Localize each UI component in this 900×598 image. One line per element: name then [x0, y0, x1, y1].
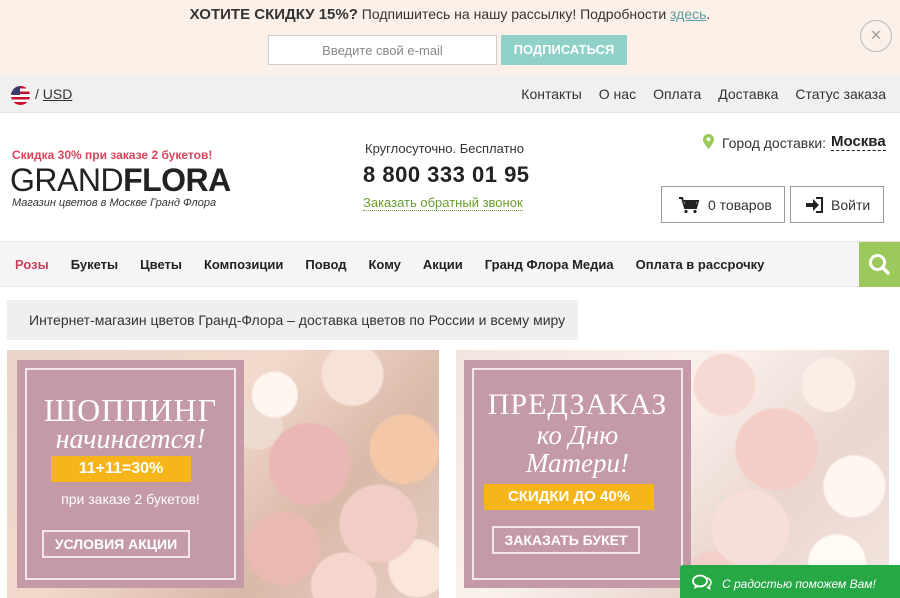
cart-label: 0 товаров — [708, 196, 772, 213]
banner-title-italic: начинается! — [55, 424, 206, 455]
top-links: Контакты О нас Оплата Доставка Статус за… — [521, 86, 886, 102]
link-contacts[interactable]: Контакты — [521, 86, 581, 102]
search-icon — [869, 254, 890, 275]
nav-item-promotions[interactable]: Акции — [423, 257, 463, 272]
city-selector[interactable]: Москва — [831, 133, 886, 151]
order-bouquet-button[interactable]: ЗАКАЗАТЬ БУКЕТ — [492, 526, 640, 554]
close-icon[interactable]: × — [860, 20, 892, 52]
currency-selector[interactable]: / USD — [35, 86, 72, 102]
link-payment[interactable]: Оплата — [653, 86, 701, 102]
chat-widget[interactable]: С радостью поможем Вам! — [680, 565, 900, 598]
banner-panel: ПРЕДЗАКАЗ ко Дню Матери! СКИДКИ ДО 40% З… — [464, 360, 691, 588]
main-nav: Розы Букеты Цветы Композиции Повод Кому … — [0, 241, 900, 287]
banner-title-italic-2: Матери! — [525, 448, 630, 478]
banner-subtitle: при заказе 2 букетов! — [61, 491, 200, 507]
promo-text: ХОТИТЕ СКИДКУ 15%? Подпишитесь на нашу р… — [189, 6, 711, 23]
subscribe-button[interactable]: ПОДПИСАТЬСЯ — [501, 35, 627, 65]
callback-link[interactable]: Заказать обратный звонок — [363, 195, 523, 211]
subscribe-promo-bar: ХОТИТЕ СКИДКУ 15%? Подпишитесь на нашу р… — [0, 0, 900, 75]
page-intro-banner: Интернет-магазин цветов Гранд-Флора – до… — [7, 300, 578, 340]
link-about[interactable]: О нас — [599, 86, 636, 102]
logo-tagline: Магазин цветов в Москве Гранд Флора — [12, 197, 217, 209]
currency-label[interactable]: USD — [43, 86, 73, 102]
nav-item-installments[interactable]: Оплата в рассрочку — [636, 257, 765, 272]
promo-terms-button[interactable]: УСЛОВИЯ АКЦИИ — [42, 530, 190, 558]
sale-note: Скидка 30% при заказе 2 букетов! — [12, 148, 213, 162]
link-order-status[interactable]: Статус заказа — [795, 86, 886, 102]
email-input[interactable] — [268, 35, 497, 65]
promo-banner-shopping[interactable]: ШОППИНГ начинается! 11+11=30% при заказе… — [7, 350, 439, 598]
nav-item-media[interactable]: Гранд Флора Медиа — [485, 257, 614, 272]
site-header: Скидка 30% при заказе 2 букетов! GRANDFL… — [0, 113, 900, 241]
discount-badge: СКИДКИ ДО 40% — [484, 484, 654, 510]
chat-label: С радостью поможем Вам! — [722, 577, 876, 591]
nav-item-recipient[interactable]: Кому — [368, 257, 400, 272]
banner-title-italic: ко Дню — [536, 420, 619, 450]
login-button[interactable]: Войти — [790, 186, 884, 223]
promo-headline: ХОТИТЕ СКИДКУ 15%? — [189, 6, 358, 23]
phone-number[interactable]: 8 800 333 01 95 — [363, 162, 530, 188]
hours-text: Круглосуточно. Бесплатно — [365, 141, 524, 156]
location-pin-icon — [703, 134, 714, 149]
promo-body: Подпишитесь на нашу рассылку! Подробност… — [361, 6, 667, 22]
promo-banner-mothers-day[interactable]: ПРЕДЗАКАЗ ко Дню Матери! СКИДКИ ДО 40% З… — [456, 350, 889, 598]
discount-badge: 11+11=30% — [51, 456, 191, 482]
search-button[interactable] — [859, 242, 900, 287]
link-delivery[interactable]: Доставка — [718, 86, 778, 102]
banner-panel: ШОППИНГ начинается! 11+11=30% при заказе… — [17, 360, 244, 588]
chat-icon — [692, 574, 712, 590]
city-label: Город доставки: — [722, 135, 827, 151]
nav-item-compositions[interactable]: Композиции — [204, 257, 283, 272]
us-flag-icon[interactable] — [11, 86, 30, 105]
top-bar: / USD Контакты О нас Оплата Доставка Ста… — [0, 75, 900, 113]
nav-item-roses[interactable]: Розы — [15, 257, 49, 272]
promo-details-link[interactable]: здесь — [670, 6, 706, 22]
nav-item-flowers[interactable]: Цветы — [140, 257, 182, 272]
cart-icon — [679, 196, 700, 213]
nav-item-occasion[interactable]: Повод — [305, 257, 346, 272]
login-label: Войти — [831, 196, 871, 213]
login-icon — [806, 196, 823, 213]
cart-button[interactable]: 0 товаров — [661, 186, 785, 223]
logo[interactable]: GRANDFLORA — [10, 162, 231, 199]
nav-item-bouquets[interactable]: Букеты — [71, 257, 118, 272]
banner-title: ПРЕДЗАКАЗ — [487, 388, 668, 421]
